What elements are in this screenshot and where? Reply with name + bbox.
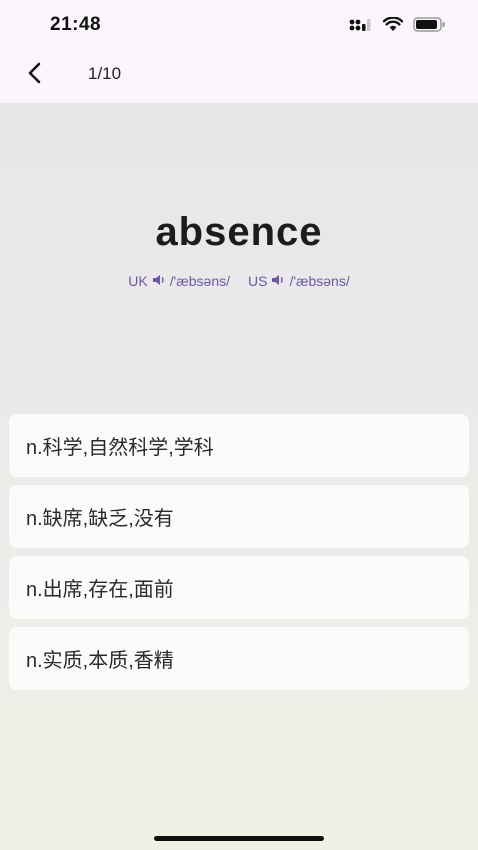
speaker-icon[interactable] — [271, 273, 285, 289]
status-time: 21:48 — [50, 14, 102, 35]
phonetic-us[interactable]: US /'æbsəns/ — [248, 273, 350, 289]
chevron-left-icon — [27, 62, 43, 89]
speaker-icon[interactable] — [152, 273, 166, 289]
status-icons — [349, 16, 446, 37]
back-button[interactable] — [20, 60, 50, 90]
nav-bar: 1/10 — [0, 52, 478, 98]
battery-icon — [413, 17, 446, 37]
home-indicator[interactable] — [154, 836, 324, 841]
phonetic-region-label: US — [248, 273, 268, 289]
header-area: 21:48 1/10 — [0, 0, 478, 103]
phonetic-uk[interactable]: UK /'æbsəns/ — [128, 273, 230, 289]
phonetic-region-label: UK — [128, 273, 148, 289]
answer-option-1[interactable]: n.科学,自然科学,学科 — [9, 414, 469, 477]
wifi-icon — [382, 16, 404, 37]
answer-option-3[interactable]: n.出席,存在,面前 — [9, 556, 469, 619]
cellular-signal-icon — [349, 18, 373, 37]
word-title: absence — [155, 210, 323, 254]
answer-option-2[interactable]: n.缺席,缺乏,没有 — [9, 485, 469, 548]
progress-counter: 1/10 — [88, 64, 122, 83]
phonetic-ipa: /'æbsəns/ — [289, 273, 350, 289]
answer-option-4[interactable]: n.实质,本质,香精 — [9, 627, 469, 690]
status-bar: 21:48 — [0, 0, 478, 52]
phonetic-ipa: /'æbsəns/ — [169, 273, 230, 289]
answer-options: n.科学,自然科学,学科 n.缺席,缺乏,没有 n.出席,存在,面前 n.实质,… — [9, 414, 469, 698]
phonetics-row: UK /'æbsəns/ US /'æbsəns/ — [0, 273, 478, 289]
